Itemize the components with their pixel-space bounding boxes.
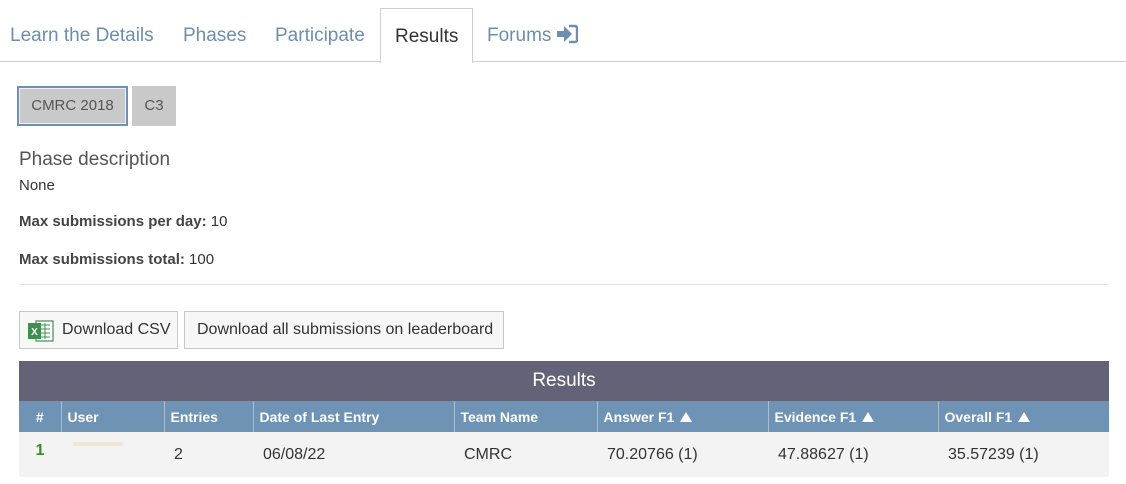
- divider: [19, 284, 1109, 285]
- max-per-day-label: Max submissions per day:: [19, 213, 207, 230]
- phase-button-c3[interactable]: C3: [132, 86, 176, 126]
- tab-participate[interactable]: Participate: [275, 0, 365, 62]
- team-cell: CMRC: [454, 432, 597, 477]
- tab-forums-label: Forums: [487, 25, 552, 46]
- col-header-answer-f1[interactable]: Answer F1: [597, 401, 769, 432]
- phase-button-cmrc-2018[interactable]: CMRC 2018: [17, 86, 128, 126]
- tab-phases[interactable]: Phases: [183, 0, 246, 62]
- col-header-evidence-f1[interactable]: Evidence F1: [768, 401, 939, 432]
- overall-f1-label: Overall F1: [944, 408, 1013, 425]
- sign-in-icon: [557, 24, 579, 44]
- max-per-day: Max submissions per day: 10: [19, 213, 227, 230]
- tab-forums[interactable]: Forums: [487, 0, 579, 62]
- tab-results[interactable]: Results: [380, 8, 474, 63]
- answer-f1-label: Answer F1: [603, 408, 675, 425]
- max-total-value: 100: [189, 251, 215, 268]
- results-table: # User Entries Date of Last Entry Team N…: [19, 401, 1109, 477]
- col-header-user[interactable]: User: [61, 401, 165, 432]
- max-total-label: Max submissions total:: [19, 251, 185, 268]
- col-header-entries[interactable]: Entries: [164, 401, 254, 432]
- max-total: Max submissions total: 100: [19, 251, 214, 268]
- nav-tabs: Learn the Details Phases Participate Res…: [0, 0, 1126, 63]
- download-csv-button[interactable]: X Download CSV: [19, 311, 178, 349]
- max-per-day-value: 10: [210, 213, 228, 230]
- redacted-username: [73, 442, 123, 447]
- phase-description-heading: Phase description: [19, 149, 171, 170]
- table-row: 1 2 06/08/22 CMRC 70.20766 (1) 47.88627 …: [19, 432, 1109, 477]
- date-cell: 06/08/22: [253, 432, 454, 477]
- sort-up-icon: [680, 411, 693, 422]
- download-csv-label: Download CSV: [62, 321, 171, 338]
- evidence-f1-label: Evidence F1: [774, 408, 857, 425]
- tab-learn-the-details[interactable]: Learn the Details: [10, 0, 154, 62]
- phase-description-text: None: [19, 177, 55, 194]
- col-header-rank[interactable]: #: [19, 401, 62, 432]
- results-leaderboard: Results # User Entries Date of Last Entr…: [19, 361, 1109, 477]
- overall-f1-cell: 35.57239 (1): [938, 432, 1109, 477]
- col-header-date[interactable]: Date of Last Entry: [253, 401, 455, 432]
- sort-up-icon: [862, 411, 875, 422]
- col-header-overall-f1[interactable]: Overall F1: [938, 401, 1109, 432]
- download-all-submissions-button[interactable]: Download all submissions on leaderboard: [184, 311, 504, 349]
- sort-up-icon: [1018, 411, 1031, 422]
- col-header-team[interactable]: Team Name: [454, 401, 598, 432]
- results-title: Results: [19, 361, 1109, 401]
- svg-text:X: X: [31, 327, 38, 338]
- user-cell[interactable]: [61, 432, 164, 477]
- entries-cell: 2: [164, 432, 253, 477]
- excel-icon: X: [28, 320, 54, 342]
- table-header-row: # User Entries Date of Last Entry Team N…: [19, 401, 1109, 432]
- rank-cell: 1: [19, 432, 61, 477]
- answer-f1-cell: 70.20766 (1): [597, 432, 768, 477]
- evidence-f1-cell: 47.88627 (1): [768, 432, 938, 477]
